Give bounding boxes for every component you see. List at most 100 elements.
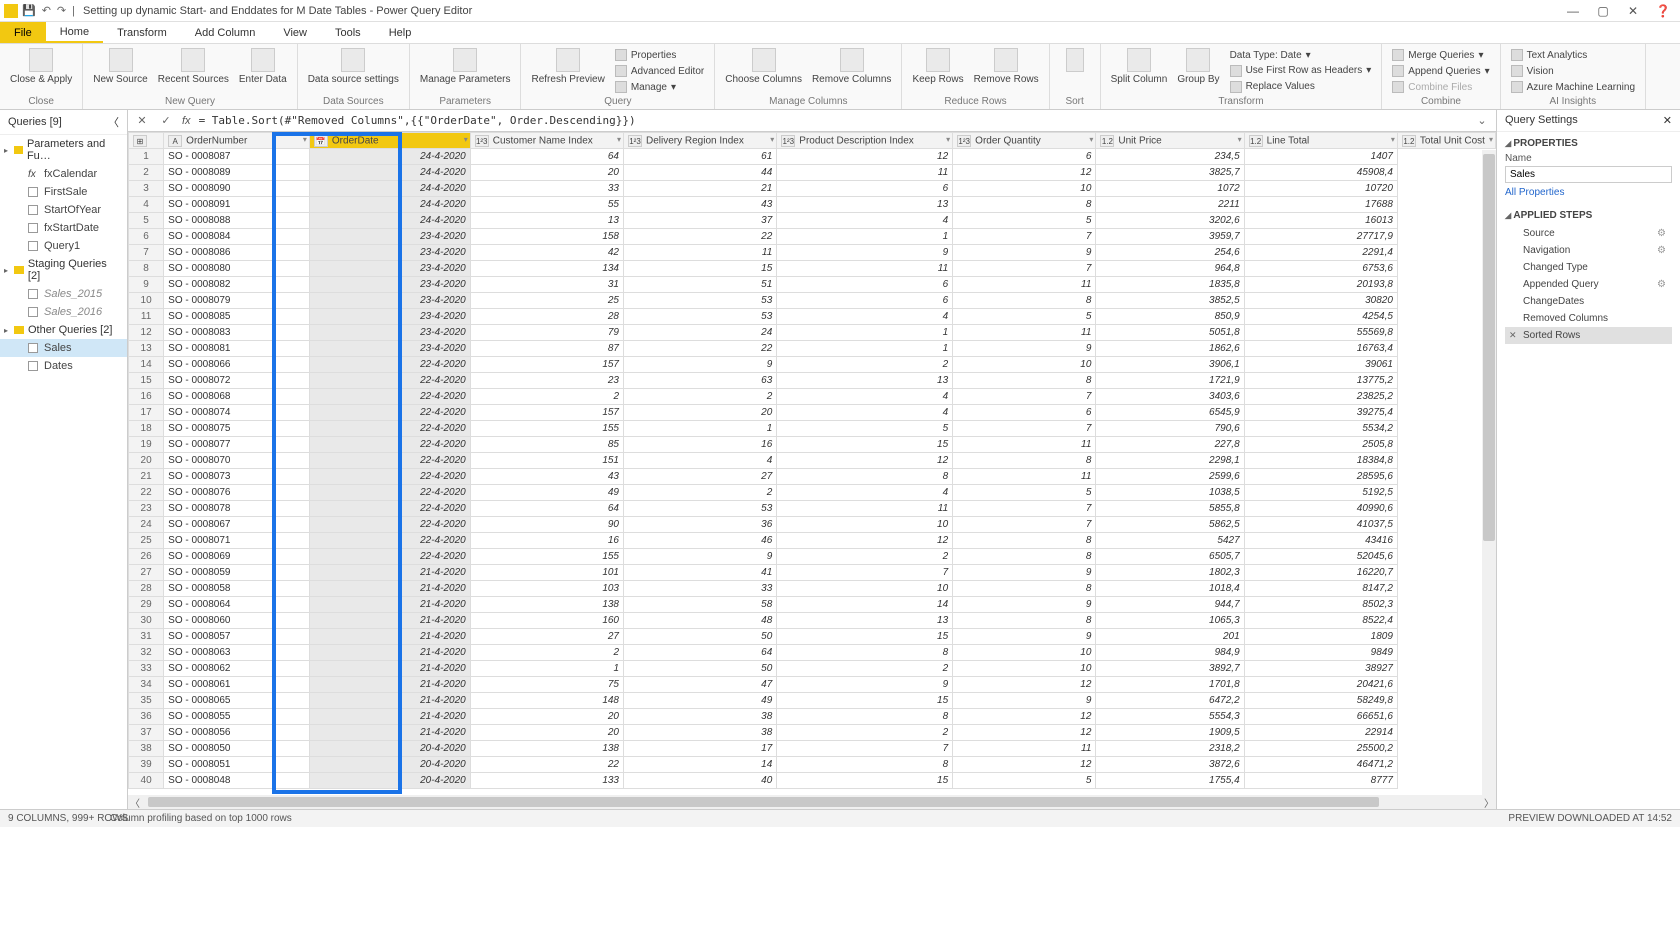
table-row[interactable]: 23SO - 000807822-4-202064531175855,84099… xyxy=(129,501,1496,517)
table-row[interactable]: 40SO - 000804820-4-2020133401551755,4877… xyxy=(129,773,1496,789)
table-row[interactable]: 28SO - 000805821-4-2020103331081018,4814… xyxy=(129,581,1496,597)
table-row[interactable]: 1SO - 000808724-4-20206461126234,51407 xyxy=(129,149,1496,165)
minimize-button[interactable]: — xyxy=(1560,4,1586,18)
sort-buttons[interactable] xyxy=(1056,46,1094,96)
undo-icon[interactable]: ↶ xyxy=(42,4,51,17)
close-button[interactable]: ✕ xyxy=(1620,4,1646,18)
table-row[interactable]: 39SO - 000805120-4-202022148123872,64647… xyxy=(129,757,1496,773)
table-row[interactable]: 25SO - 000807122-4-20201646128542743416 xyxy=(129,533,1496,549)
table-row[interactable]: 18SO - 000807522-4-2020155157790,65534,2 xyxy=(129,421,1496,437)
query-folder[interactable]: Staging Queries [2] xyxy=(0,255,127,285)
recent-sources-button[interactable]: Recent Sources xyxy=(154,46,233,96)
redo-icon[interactable]: ↷ xyxy=(57,4,66,17)
table-row[interactable]: 21SO - 000807322-4-202043278112599,62859… xyxy=(129,469,1496,485)
table-row[interactable]: 38SO - 000805020-4-2020138177112318,2255… xyxy=(129,741,1496,757)
data-grid[interactable]: ⊞AOrderNumber▾📅OrderDate▾1²3Customer Nam… xyxy=(128,132,1496,795)
advanced-editor-button[interactable]: Advanced Editor xyxy=(611,64,708,78)
table-row[interactable]: 4SO - 000809124-4-20205543138221117688 xyxy=(129,197,1496,213)
table-row[interactable]: 17SO - 000807422-4-202015720466545,93927… xyxy=(129,405,1496,421)
refresh-preview-button[interactable]: Refresh Preview xyxy=(527,46,608,96)
table-row[interactable]: 26SO - 000806922-4-20201559286505,752045… xyxy=(129,549,1496,565)
collapse-queries-icon[interactable]: 〈 xyxy=(108,114,119,130)
table-row[interactable]: 15SO - 000807222-4-202023631381721,91377… xyxy=(129,373,1496,389)
gear-icon[interactable]: ⚙ xyxy=(1657,279,1666,290)
formula-input[interactable] xyxy=(199,114,1466,127)
data-source-settings-button[interactable]: Data source settings xyxy=(304,46,403,96)
combine-files-button[interactable]: Combine Files xyxy=(1388,80,1493,94)
tab-file[interactable]: File xyxy=(0,22,46,43)
table-row[interactable]: 10SO - 000807923-4-20202553683852,530820 xyxy=(129,293,1496,309)
azure-ml-button[interactable]: Azure Machine Learning xyxy=(1507,80,1639,94)
close-settings-icon[interactable]: ✕ xyxy=(1663,114,1672,127)
query-item[interactable]: Dates xyxy=(0,357,127,375)
table-row[interactable]: 20SO - 000807022-4-202015141282298,11838… xyxy=(129,453,1496,469)
manage-parameters-button[interactable]: Manage Parameters xyxy=(416,46,515,96)
keep-rows-button[interactable]: Keep Rows xyxy=(908,46,967,96)
table-row[interactable]: 14SO - 000806622-4-202015792103906,13906… xyxy=(129,357,1496,373)
table-row[interactable]: 13SO - 000808123-4-20208722191862,616763… xyxy=(129,341,1496,357)
applied-step[interactable]: Source⚙ xyxy=(1505,225,1672,242)
table-row[interactable]: 22SO - 000807622-4-2020492451038,55192,5 xyxy=(129,485,1496,501)
expand-formula-icon[interactable]: ⌄ xyxy=(1474,114,1490,127)
tab-help[interactable]: Help xyxy=(375,22,426,43)
column-header[interactable]: 1²3Order Quantity▾ xyxy=(953,133,1096,149)
table-row[interactable]: 27SO - 000805921-4-202010141791802,31622… xyxy=(129,565,1496,581)
column-header[interactable]: 1.2Line Total▾ xyxy=(1244,133,1397,149)
close-apply-button[interactable]: Close & Apply xyxy=(6,46,76,96)
text-analytics-button[interactable]: Text Analytics xyxy=(1507,48,1639,62)
query-item[interactable]: FirstSale xyxy=(0,183,127,201)
vision-button[interactable]: Vision xyxy=(1507,64,1639,78)
table-row[interactable]: 31SO - 000805721-4-202027501592011809 xyxy=(129,629,1496,645)
table-row[interactable]: 34SO - 000806121-4-202075479121701,82042… xyxy=(129,677,1496,693)
commit-formula-icon[interactable]: ✓ xyxy=(158,114,174,127)
remove-columns-button[interactable]: Remove Columns xyxy=(808,46,895,96)
query-item[interactable]: fxStartDate xyxy=(0,219,127,237)
table-row[interactable]: 11SO - 000808523-4-2020285345850,94254,5 xyxy=(129,309,1496,325)
applied-step[interactable]: Sorted Rows xyxy=(1505,327,1672,344)
table-row[interactable]: 29SO - 000806421-4-202013858149944,78502… xyxy=(129,597,1496,613)
properties-button[interactable]: Properties xyxy=(611,48,708,62)
column-header[interactable]: ⊞ xyxy=(129,133,164,149)
applied-step[interactable]: Appended Query⚙ xyxy=(1505,276,1672,293)
table-row[interactable]: 36SO - 000805521-4-202020388125554,36665… xyxy=(129,709,1496,725)
query-name-input[interactable] xyxy=(1505,166,1672,183)
query-item[interactable]: Sales_2016 xyxy=(0,303,127,321)
query-folder[interactable]: Parameters and Fu… xyxy=(0,135,127,165)
split-column-button[interactable]: Split Column xyxy=(1107,46,1172,96)
table-row[interactable]: 7SO - 000808623-4-2020421199254,62291,4 xyxy=(129,245,1496,261)
column-header[interactable]: AOrderNumber▾ xyxy=(164,133,310,149)
manage-button[interactable]: Manage ▾ xyxy=(611,80,708,94)
applied-step[interactable]: ChangeDates xyxy=(1505,293,1672,310)
applied-step[interactable]: Navigation⚙ xyxy=(1505,242,1672,259)
append-queries-button[interactable]: Append Queries ▾ xyxy=(1388,64,1493,78)
table-row[interactable]: 16SO - 000806822-4-202022473403,623825,2 xyxy=(129,389,1496,405)
table-row[interactable]: 12SO - 000808323-4-202079241115051,85556… xyxy=(129,325,1496,341)
table-row[interactable]: 6SO - 000808423-4-202015822173959,727717… xyxy=(129,229,1496,245)
tab-add-column[interactable]: Add Column xyxy=(181,22,270,43)
maximize-button[interactable]: ▢ xyxy=(1590,4,1616,18)
gear-icon[interactable]: ⚙ xyxy=(1657,245,1666,256)
table-row[interactable]: 2SO - 000808924-4-2020204411123825,74590… xyxy=(129,165,1496,181)
replace-values-button[interactable]: Replace Values xyxy=(1226,80,1376,94)
cancel-formula-icon[interactable]: ✕ xyxy=(134,114,150,127)
table-row[interactable]: 33SO - 000806221-4-20201502103892,738927 xyxy=(129,661,1496,677)
query-item[interactable]: Query1 xyxy=(0,237,127,255)
column-header[interactable]: 📅OrderDate▾ xyxy=(309,133,470,149)
gear-icon[interactable]: ⚙ xyxy=(1657,228,1666,239)
table-row[interactable]: 5SO - 000808824-4-20201337453202,616013 xyxy=(129,213,1496,229)
merge-queries-button[interactable]: Merge Queries ▾ xyxy=(1388,48,1493,62)
table-row[interactable]: 30SO - 000806021-4-2020160481381065,3852… xyxy=(129,613,1496,629)
column-header[interactable]: 1²3Delivery Region Index▾ xyxy=(624,133,777,149)
table-row[interactable]: 9SO - 000808223-4-202031516111835,820193… xyxy=(129,277,1496,293)
table-row[interactable]: 19SO - 000807722-4-202085161511227,82505… xyxy=(129,437,1496,453)
query-item[interactable]: Sales_2015 xyxy=(0,285,127,303)
tab-transform[interactable]: Transform xyxy=(103,22,181,43)
table-row[interactable]: 24SO - 000806722-4-202090361075862,54103… xyxy=(129,517,1496,533)
choose-columns-button[interactable]: Choose Columns xyxy=(721,46,806,96)
horizontal-scrollbar[interactable]: 〈〉 xyxy=(128,795,1496,809)
new-source-button[interactable]: New Source xyxy=(89,46,151,96)
tab-home[interactable]: Home xyxy=(46,22,103,43)
table-row[interactable]: 32SO - 000806321-4-2020264810984,99849 xyxy=(129,645,1496,661)
data-type-button[interactable]: Data Type: Date ▾ xyxy=(1226,49,1376,62)
remove-rows-button[interactable]: Remove Rows xyxy=(970,46,1043,96)
